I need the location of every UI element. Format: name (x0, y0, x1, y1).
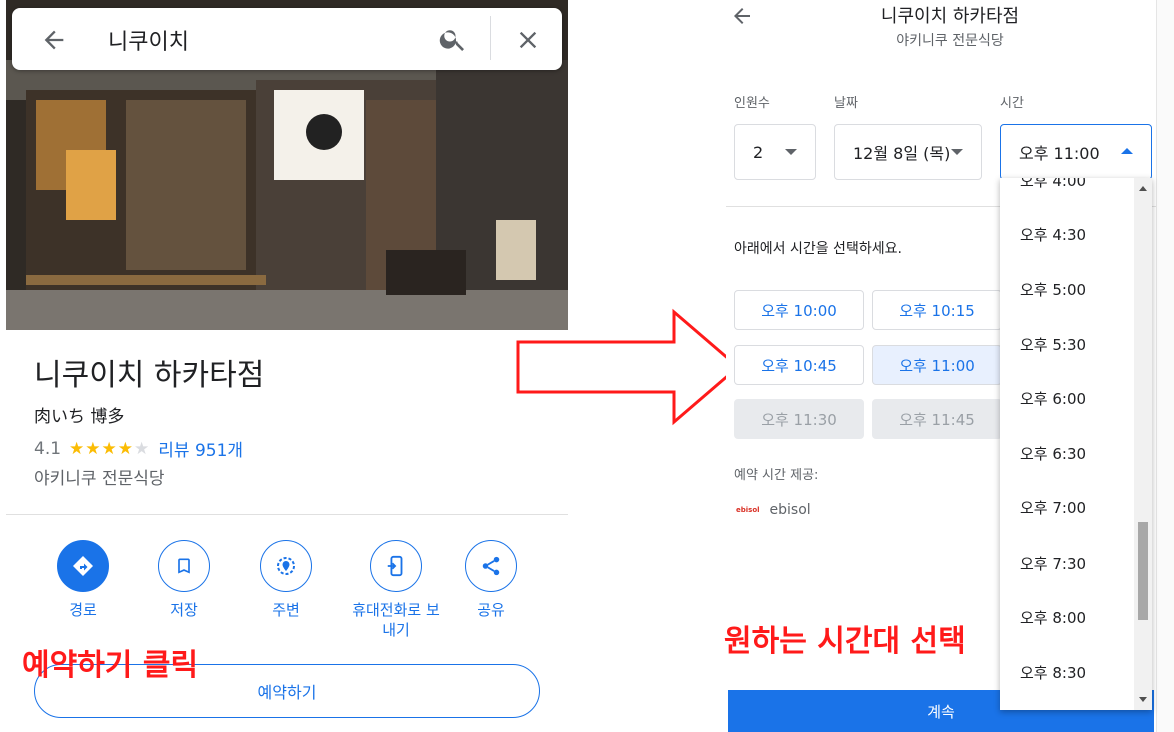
time-slot-selected[interactable]: 오후 11:00 (872, 345, 1002, 385)
time-select[interactable]: 오후 11:00 (1000, 124, 1152, 180)
place-subtitle: 肉いち 博多 (34, 407, 125, 427)
send-to-phone-icon (370, 540, 422, 592)
date-label: 날짜 (834, 96, 858, 111)
search-icon[interactable] (438, 24, 468, 54)
nearby-icon (260, 540, 312, 592)
share-icon (465, 540, 517, 592)
dropdown-option[interactable]: 오후 5:30 (1020, 334, 1086, 355)
action-label: 저장 (170, 601, 198, 619)
search-box[interactable]: 니쿠이치 (12, 8, 562, 70)
date-select[interactable]: 12월 8일 (목) (834, 124, 982, 180)
time-slot-disabled: 오후 11:45 (872, 399, 1002, 439)
dropdown-option[interactable]: 오후 8:00 (1020, 607, 1086, 628)
dropdown-option[interactable]: 오후 4:00 (1020, 178, 1086, 191)
chevron-down-icon (951, 149, 963, 155)
choose-time-text: 아래에서 시간을 선택하세요. (734, 241, 902, 257)
screenshot-root: 니쿠이치 니쿠이치 하카타점 肉いち 博多 4.1 ★★★★★ 리뷰 951개 … (0, 0, 1174, 732)
time-slot-disabled: 오후 11:30 (734, 399, 864, 439)
search-input[interactable]: 니쿠이치 (108, 24, 189, 56)
time-value: 오후 11:00 (1019, 144, 1100, 163)
dropdown-option[interactable]: 오후 6:30 (1020, 443, 1086, 464)
save-button[interactable]: 저장 (139, 540, 229, 620)
share-button[interactable]: 공유 (446, 540, 536, 620)
time-slot[interactable]: 오후 10:45 (734, 345, 864, 385)
time-slot[interactable]: 오후 10:00 (734, 290, 864, 330)
place-panel: 니쿠이치 니쿠이치 하카타점 肉いち 博多 4.1 ★★★★★ 리뷰 951개 … (6, 0, 568, 732)
dropdown-option[interactable]: 오후 5:00 (1020, 279, 1086, 300)
action-label: 휴대전화로 보 내기 (352, 601, 440, 639)
annotation-click-reserve: 예약하기 클릭 (22, 648, 199, 683)
search-divider (490, 16, 491, 60)
dropdown-option[interactable]: 오후 4:30 (1020, 224, 1086, 245)
time-slot[interactable]: 오후 10:15 (872, 290, 1002, 330)
reviews-link[interactable]: 리뷰 951개 (158, 436, 243, 461)
provided-by-label: 예약 시간 제공: (734, 468, 819, 483)
dropdown-option[interactable]: 오후 7:30 (1020, 553, 1086, 574)
provider[interactable]: ebisol ebisol (736, 502, 811, 518)
reservation-subtitle: 야키니쿠 전문식당 (896, 33, 1004, 49)
annotation-choose-time: 원하는 시간대 선택 (724, 624, 966, 659)
directions-button[interactable]: 경로 (38, 540, 128, 620)
scrollbar-track[interactable] (1134, 178, 1152, 710)
time-dropdown-list[interactable]: 오후 4:00 오후 4:30 오후 5:00 오후 5:30 오후 6:00 … (1000, 178, 1152, 710)
place-title: 니쿠이치 하카타점 (34, 358, 265, 393)
time-label: 시간 (1000, 96, 1024, 111)
divider (6, 514, 568, 515)
star-rating: ★★★★★ (69, 438, 151, 459)
scrollbar-thumb[interactable] (1138, 522, 1148, 620)
party-size-select[interactable]: 2 (734, 124, 816, 180)
background-window-edge (1156, 0, 1174, 732)
provider-name: ebisol (769, 502, 811, 518)
chevron-down-icon (785, 149, 797, 155)
nearby-button[interactable]: 주변 (241, 540, 331, 620)
action-label: 공유 (477, 601, 505, 619)
action-label: 경로 (69, 601, 97, 619)
right-arrow-annotation-icon (516, 308, 741, 426)
back-arrow-icon[interactable] (40, 26, 68, 54)
party-size-value: 2 (753, 142, 764, 162)
rating-row: 4.1 ★★★★★ 리뷰 951개 (34, 436, 243, 462)
place-category: 야키니쿠 전문식당 (34, 469, 165, 489)
dropdown-option[interactable]: 오후 7:00 (1020, 497, 1086, 518)
action-label: 주변 (272, 601, 300, 619)
send-to-phone-button[interactable]: 휴대전화로 보 내기 (341, 540, 451, 640)
scroll-down-icon[interactable] (1139, 697, 1147, 702)
party-size-label: 인원수 (734, 96, 770, 111)
provider-logo: ebisol (736, 506, 760, 514)
dropdown-option[interactable]: 오후 6:00 (1020, 388, 1086, 409)
dropdown-option[interactable]: 오후 8:30 (1020, 662, 1086, 683)
chevron-up-icon (1121, 148, 1133, 154)
close-icon[interactable] (514, 26, 542, 54)
date-value: 12월 8일 (목) (853, 144, 951, 163)
scroll-up-icon[interactable] (1139, 186, 1147, 191)
bookmark-icon (158, 540, 210, 592)
reservation-title: 니쿠이치 하카타점 (880, 6, 1020, 27)
directions-icon (57, 540, 109, 592)
rating-value: 4.1 (34, 438, 62, 459)
